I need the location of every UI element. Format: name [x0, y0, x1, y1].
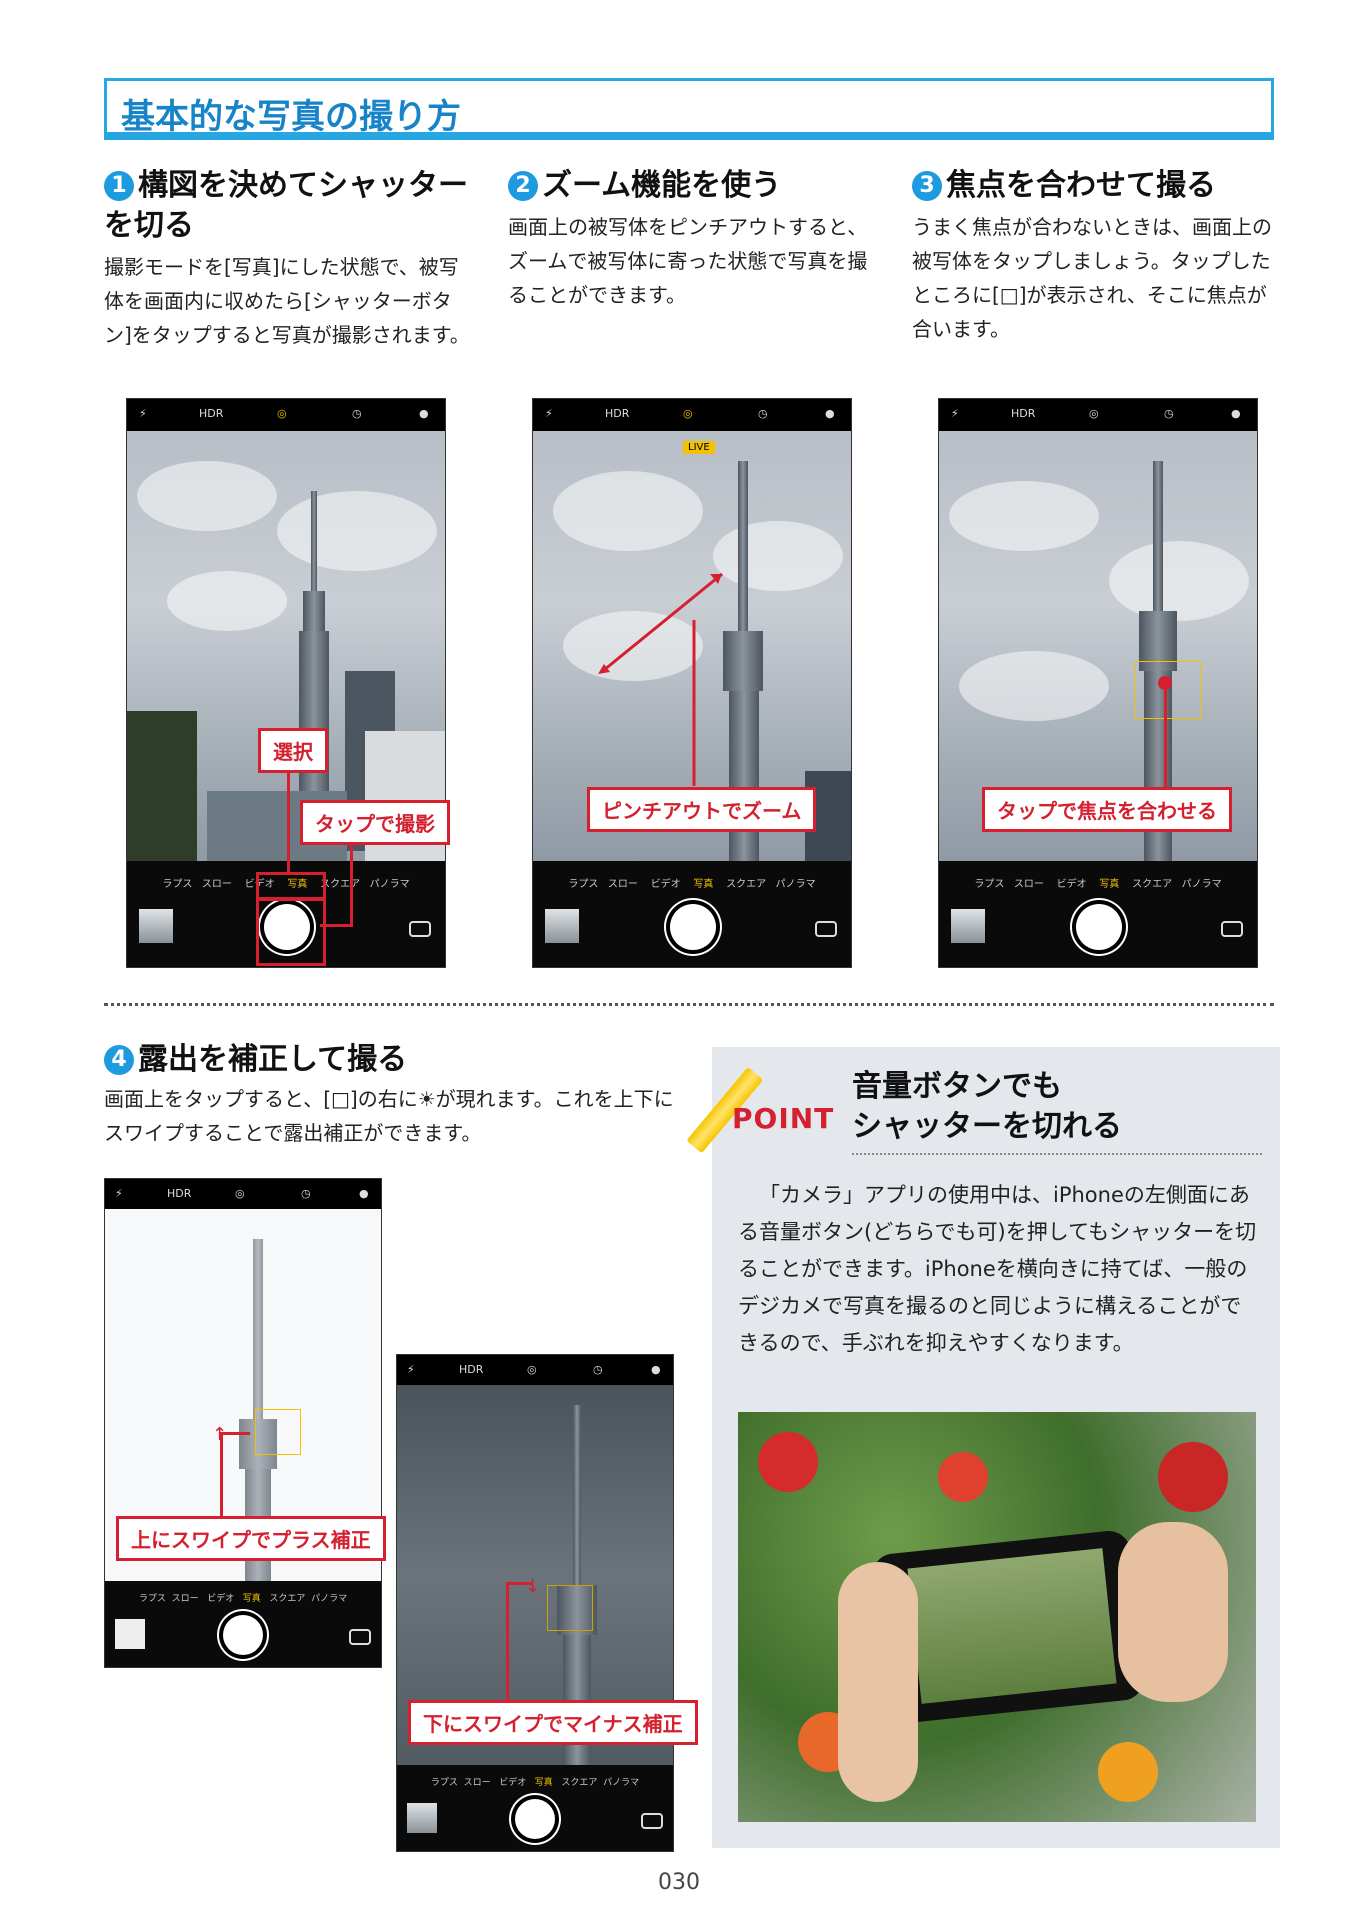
mode-selector[interactable]: ラプス スロー ビデオ 写真 スクエア パノラマ	[397, 1775, 673, 1788]
step-number-1: 1	[104, 171, 134, 201]
step-number-3: 3	[912, 171, 942, 201]
flash-icon: ⚡	[951, 407, 959, 420]
mode-selector[interactable]: ラプス スロー ビデオ 写真 スクエア パノラマ	[533, 875, 851, 890]
callout-tap-shoot: タップで撮影	[300, 800, 450, 845]
photo-thumbnail[interactable]	[115, 1619, 145, 1649]
timer-icon: ◷	[352, 407, 362, 420]
hdr-label: HDR	[199, 407, 224, 420]
photo-thumbnail[interactable]	[407, 1803, 437, 1833]
step-4: 4 露出を補正して撮る 画面上をタップすると、[□]の右に☀が現れます。これを上下…	[104, 1040, 684, 1150]
camera-flip-icon[interactable]	[1221, 921, 1243, 937]
filters-icon: ●	[419, 407, 429, 420]
point-title: 音量ボタンでも シャッターを切れる	[852, 1067, 1122, 1147]
live-photo-icon: ◎	[235, 1187, 245, 1200]
step-number-2: 2	[508, 171, 538, 201]
section-divider	[104, 1003, 1274, 1006]
step-2-heading: ズーム機能を使う	[542, 168, 782, 203]
step-1-heading: 構図を決めてシャッターを切る	[104, 168, 468, 243]
hands-holding-iphone-photo	[738, 1412, 1256, 1822]
page-title: 基本的な写真の撮り方	[121, 97, 461, 137]
tap-point-icon	[1158, 676, 1172, 690]
title-underline	[107, 132, 1271, 137]
camera-top-bar: ⚡ HDR ◎ ◷ ●	[397, 1355, 673, 1385]
step-3: 3 焦点を合わせて撮る うまく焦点が合わないときは、画面上の被写体をタップしましょ…	[912, 166, 1284, 346]
camera-screenshot-4b: ⚡ HDR ◎ ◷ ● ラプス スロー ビデオ 写真 スクエア パノラマ	[396, 1354, 674, 1852]
hdr-label: HDR	[167, 1187, 192, 1200]
flash-icon: ⚡	[407, 1363, 415, 1376]
shutter-highlight-box	[256, 898, 326, 966]
camera-flip-icon[interactable]	[409, 921, 431, 937]
live-photo-icon: ◎	[277, 407, 287, 420]
timer-icon: ◷	[1164, 407, 1174, 420]
callout-line	[506, 1582, 509, 1702]
shutter-button[interactable]	[515, 1799, 555, 1839]
callout-pinch: ピンチアウトでズーム	[587, 787, 817, 832]
live-photo-icon: ◎	[1089, 407, 1099, 420]
camera-flip-icon[interactable]	[349, 1629, 371, 1645]
hdr-label: HDR	[459, 1363, 484, 1376]
camera-flip-icon[interactable]	[641, 1813, 663, 1829]
pinch-arrows	[598, 572, 723, 786]
callout-focus: タップで焦点を合わせる	[982, 787, 1232, 832]
mode-selector[interactable]: ラプス スロー ビデオ 写真 スクエア パノラマ	[105, 1591, 381, 1604]
callout-swipe-up: 上にスワイプでプラス補正	[116, 1516, 386, 1561]
shutter-button[interactable]	[670, 904, 716, 950]
focus-square	[1135, 661, 1201, 719]
point-label: POINT	[732, 1102, 835, 1135]
mode-highlight-box	[256, 872, 326, 900]
callout-select: 選択	[258, 728, 328, 773]
step-1-body: 撮影モードを[写真]にした状態で、被写体を画面内に収めたら[シャッターボタン]を…	[104, 255, 470, 347]
camera-top-bar: ⚡ HDR ◎ ◷ ●	[939, 399, 1257, 431]
hdr-label: HDR	[1011, 407, 1036, 420]
step-2-body: 画面上の被写体をピンチアウトすると、ズームで被写体に寄った状態で写真を撮ることが…	[508, 215, 868, 307]
shutter-button[interactable]	[1076, 904, 1122, 950]
photo-thumbnail[interactable]	[951, 909, 985, 943]
arrow-down-icon: ↓	[525, 1576, 541, 1597]
page-title-box: 基本的な写真の撮り方	[104, 78, 1274, 140]
step-3-body: うまく焦点が合わないときは、画面上の被写体をタップしましょう。タップしたところに…	[912, 215, 1272, 341]
step-4-heading: 露出を補正して撮る	[138, 1042, 408, 1077]
camera-screenshot-4a: ⚡ HDR ◎ ◷ ● ラプス スロー ビデオ 写真 スクエア パノラマ	[104, 1178, 382, 1668]
shutter-button[interactable]	[223, 1615, 263, 1655]
step-1: 1 構図を決めてシャッターを切る 撮影モードを[写真]にした状態で、被写体を画面内…	[104, 166, 474, 352]
filters-icon: ●	[1231, 407, 1241, 420]
viewfinder	[127, 431, 445, 861]
callout-line	[1164, 680, 1167, 788]
filters-icon: ●	[359, 1187, 369, 1200]
point-title-line1: 音量ボタンでも	[852, 1069, 1062, 1104]
point-divider	[852, 1153, 1262, 1155]
flash-icon: ⚡	[115, 1187, 123, 1200]
callout-swipe-down: 下にスワイプでマイナス補正	[408, 1700, 698, 1745]
page-number: 030	[658, 1870, 700, 1895]
callout-line	[287, 772, 290, 872]
timer-icon: ◷	[593, 1363, 603, 1376]
point-body: 「カメラ」アプリの使用中は、iPhoneの左側面にある音量ボタン(どちらでも可)…	[738, 1183, 1257, 1355]
step-4-body: 画面上をタップすると、[□]の右に☀が現れます。これを上下にスワイプすることで露…	[104, 1087, 674, 1145]
camera-top-bar: ⚡ HDR ◎ ◷ ●	[127, 399, 445, 431]
camera-top-bar: ⚡ HDR ◎ ◷ ●	[105, 1179, 381, 1209]
mode-selector[interactable]: ラプス スロー ビデオ 写真 スクエア パノラマ	[939, 875, 1257, 890]
photo-thumbnail[interactable]	[545, 909, 579, 943]
filters-icon: ●	[651, 1363, 661, 1376]
callout-line	[350, 842, 353, 926]
step-number-4: 4	[104, 1045, 134, 1075]
arrow-up-icon: ↑	[212, 1424, 228, 1445]
timer-icon: ◷	[301, 1187, 311, 1200]
point-title-line2: シャッターを切れる	[852, 1109, 1122, 1144]
photo-thumbnail[interactable]	[139, 909, 173, 943]
callout-line	[320, 924, 353, 927]
step-3-heading: 焦点を合わせて撮る	[946, 168, 1216, 203]
point-box: POINT 音量ボタンでも シャッターを切れる 「カメラ」アプリの使用中は、iP…	[686, 1047, 1280, 1848]
camera-screenshot-3: ⚡ HDR ◎ ◷ ● ラプス スロー ビデオ 写真 スクエア パノラマ	[938, 398, 1258, 968]
live-photo-icon: ◎	[527, 1363, 537, 1376]
step-2: 2 ズーム機能を使う 画面上の被写体をピンチアウトすると、ズームで被写体に寄った状…	[508, 166, 880, 312]
camera-flip-icon[interactable]	[815, 921, 837, 937]
flash-icon: ⚡	[139, 407, 147, 420]
